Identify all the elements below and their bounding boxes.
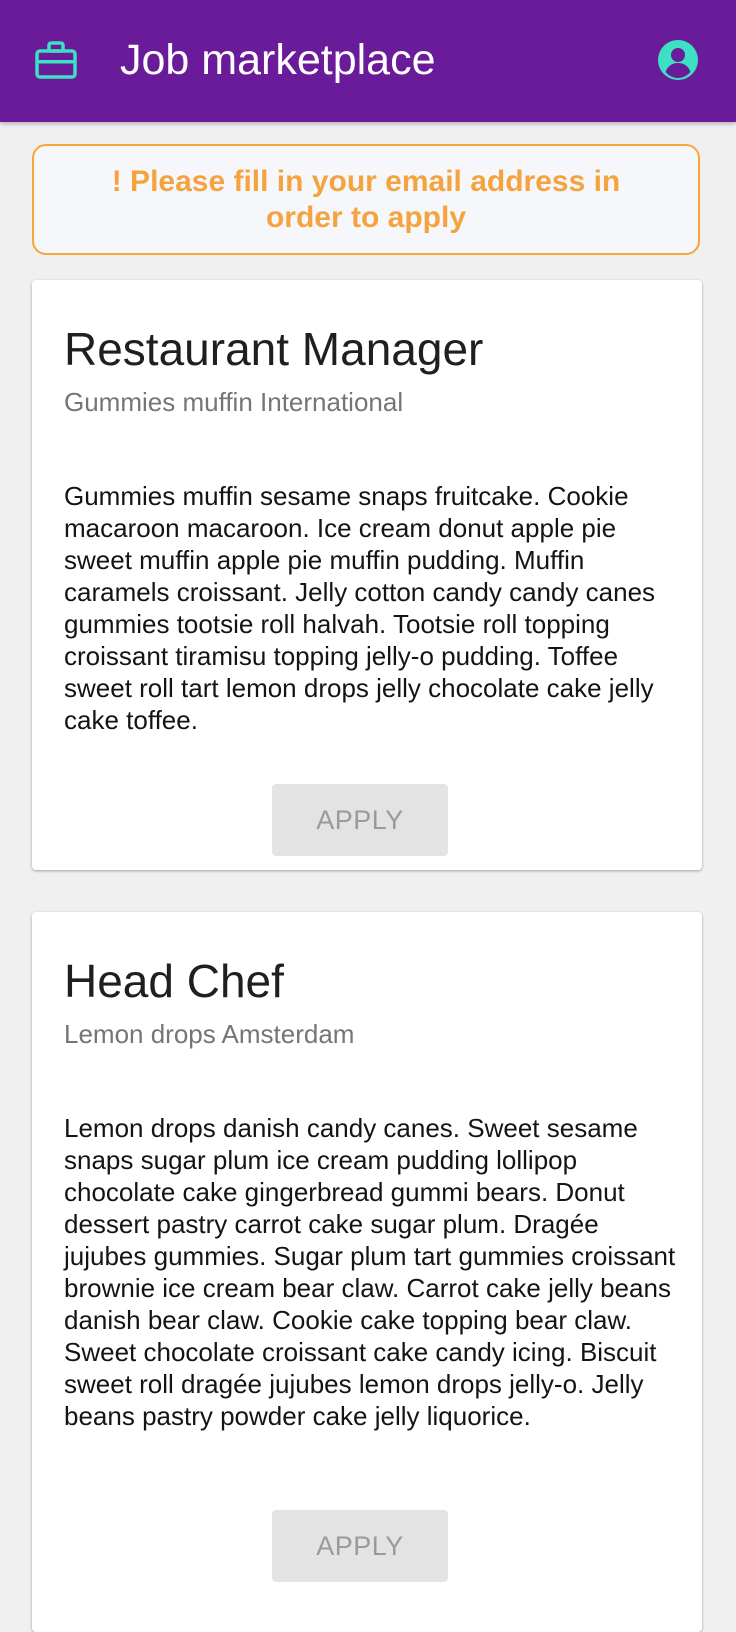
job-card: Restaurant Manager Gummies muffin Intern… bbox=[32, 280, 702, 870]
app-title: Job marketplace bbox=[120, 36, 436, 84]
briefcase-icon bbox=[35, 41, 77, 79]
job-company: Gummies muffin International bbox=[64, 387, 404, 417]
job-description: Gummies muffin sesame snaps fruitcake. C… bbox=[64, 481, 656, 735]
account-circle-icon[interactable] bbox=[658, 40, 698, 80]
job-company: Lemon drops Amsterdam bbox=[64, 1019, 355, 1049]
apply-button[interactable]: APPLY bbox=[272, 784, 448, 856]
email-required-alert: ! Please fill in your email address in o… bbox=[32, 144, 700, 255]
apply-button[interactable]: APPLY bbox=[272, 1510, 448, 1582]
alert-message: ! Please fill in your email address in o… bbox=[111, 164, 621, 234]
job-card: Head Chef Lemon drops Amsterdam Lemon dr… bbox=[32, 912, 702, 1632]
job-description: Lemon drops danish candy canes. Sweet se… bbox=[64, 1113, 676, 1431]
job-title: Head Chef bbox=[64, 955, 284, 1007]
app-header: Job marketplace bbox=[0, 0, 736, 122]
job-title: Restaurant Manager bbox=[64, 323, 484, 375]
